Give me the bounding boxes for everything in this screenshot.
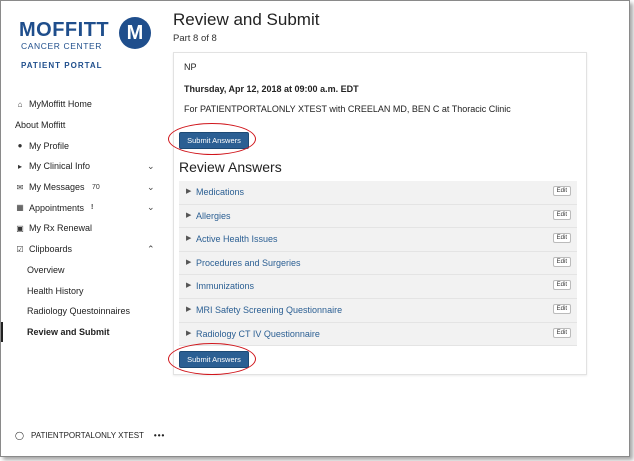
appointment-details: For PATIENTPORTALONLY XTEST with CREELAN… [184, 104, 511, 114]
section-procedures-surgeries[interactable]: ▶ Procedures and Surgeries Edit [179, 251, 577, 276]
chevron-down-icon: ⌄ [147, 160, 155, 171]
section-medications[interactable]: ▶ Medications Edit [179, 181, 577, 205]
user-menu[interactable]: ◯ PATIENTPORTALONLY XTEST ••• [15, 431, 165, 440]
logo-portal-label: PATIENT PORTAL [21, 61, 103, 70]
section-label: Procedures and Surgeries [196, 257, 301, 268]
sidebar-item-label: My Profile [29, 140, 70, 151]
chevron-down-icon: ⌄ [147, 181, 155, 192]
page-subtitle: Part 8 of 8 [173, 33, 217, 44]
sidebar-item-clipboards[interactable]: ☑ Clipboards ⌃ [1, 239, 166, 260]
sidebar-subitem-label: Health History [27, 285, 84, 296]
sidebar-item-appointments[interactable]: ▦ Appointments ! ⌄ [1, 197, 166, 218]
more-icon[interactable]: ••• [154, 431, 165, 440]
sidebar-item-label: MyMoffitt Home [29, 99, 92, 110]
edit-button[interactable]: Edit [552, 327, 571, 338]
logo-m-icon: M [119, 17, 151, 49]
sidebar-item-label: My Clinical Info [29, 161, 91, 172]
highlight-ring [168, 123, 256, 155]
appointment-date: Thursday, Apr 12, 2018 at 09:00 a.m. EDT [184, 84, 359, 94]
profile-icon: ● [17, 141, 23, 151]
user-icon: ◯ [15, 431, 24, 440]
section-allergies[interactable]: ▶ Allergies Edit [179, 204, 577, 229]
page-title: Review and Submit [173, 10, 320, 29]
section-label: Active Health Issues [196, 234, 278, 245]
chevron-up-icon: ⌃ [147, 243, 155, 254]
sidebar-item-about[interactable]: About Moffitt [1, 115, 166, 136]
review-card: NP Thursday, Apr 12, 2018 at 09:00 a.m. … [168, 52, 587, 375]
section-mri-safety[interactable]: ▶ MRI Safety Screening Questionnaire Edi… [179, 298, 577, 323]
sidebar-item-label: About Moffitt [15, 120, 66, 131]
edit-button[interactable]: Edit [552, 186, 571, 196]
messages-count-badge: 70 [92, 183, 100, 191]
moffitt-logo[interactable]: MOFFITT CANCER CENTER M PATIENT PORTAL [19, 17, 154, 71]
sidebar-item-home[interactable]: ⌂ MyMoffitt Home [1, 94, 166, 115]
section-immunizations[interactable]: ▶ Immunizations Edit [179, 275, 577, 299]
sidebar-item-label: Clipboards [29, 244, 73, 255]
appointments-alert-badge: ! [91, 204, 94, 212]
caret-right-icon: ▶ [186, 211, 192, 219]
sidebar-item-label: Appointments [29, 202, 85, 213]
logo-wordmark: MOFFITT [19, 19, 110, 41]
edit-button[interactable]: Edit [552, 209, 571, 220]
provider-type: NP [184, 62, 197, 72]
sidebar-subitem-label: Review and Submit [27, 326, 110, 337]
section-label: Allergies [196, 210, 231, 221]
clipboard-icon: ☑ [16, 244, 24, 254]
caret-right-icon: ▶ [186, 235, 192, 243]
caret-right-icon: ▶ [186, 305, 192, 313]
section-label: Immunizations [196, 281, 255, 292]
edit-button[interactable]: Edit [552, 280, 571, 291]
edit-button[interactable]: Edit [552, 233, 571, 244]
sidebar-subitem-label: Radiology Questoinnaires [27, 306, 131, 317]
review-sections: ▶ Medications Edit ▶ Allergies Edit ▶ Ac… [179, 181, 577, 347]
logo-subtitle: CANCER CENTER [21, 41, 103, 51]
sidebar-item-label: My Rx Renewal [29, 223, 93, 234]
sidebar-subitem-health-history[interactable]: Health History [1, 280, 166, 301]
caret-right-icon: ▶ [186, 282, 192, 290]
chevron-down-icon: ⌄ [147, 202, 155, 213]
caret-right-icon: ▶ [186, 188, 192, 195]
sidebar-item-messages[interactable]: ✉ My Messages 70 ⌄ [1, 177, 166, 198]
sidebar-subitem-label: Overview [27, 264, 65, 275]
rx-icon: ▣ [16, 223, 24, 233]
sidebar: MOFFITT CANCER CENTER M PATIENT PORTAL ⌂… [1, 1, 166, 456]
sidebar-subitem-review-submit[interactable]: Review and Submit [1, 321, 166, 343]
caret-right-icon: ▶ [186, 329, 192, 337]
sidebar-item-label: My Messages [29, 182, 85, 193]
section-label: Radiology CT IV Questionnaire [196, 328, 320, 339]
sidebar-item-rx-renewal[interactable]: ▣ My Rx Renewal [1, 218, 166, 239]
caret-right-icon: ▶ [186, 258, 192, 266]
section-active-health-issues[interactable]: ▶ Active Health Issues Edit [179, 228, 577, 252]
sidebar-subitem-radiology[interactable]: Radiology Questoinnaires [1, 301, 166, 322]
sidebar-nav: ⌂ MyMoffitt Home About Moffitt ● My Prof… [1, 94, 166, 343]
sidebar-item-profile[interactable]: ● My Profile [1, 135, 166, 156]
edit-button[interactable]: Edit [552, 303, 571, 314]
section-radiology-ct-iv[interactable]: ▶ Radiology CT IV Questionnaire Edit [179, 322, 577, 347]
home-icon: ⌂ [17, 99, 23, 109]
sidebar-subitem-overview[interactable]: Overview [1, 260, 166, 281]
edit-button[interactable]: Edit [552, 256, 571, 267]
user-name: PATIENTPORTALONLY XTEST [31, 431, 144, 440]
highlight-ring [168, 343, 256, 375]
calendar-icon: ▦ [16, 203, 24, 213]
sidebar-item-clinical-info[interactable]: ▸ My Clinical Info ⌄ [1, 156, 166, 177]
review-answers-heading: Review Answers [179, 159, 282, 175]
section-label: MRI Safety Screening Questionnaire [196, 304, 343, 315]
envelope-icon: ✉ [16, 182, 24, 192]
clinical-icon: ▸ [17, 161, 22, 171]
section-label: Medications [196, 187, 245, 197]
app-window: MOFFITT CANCER CENTER M PATIENT PORTAL ⌂… [0, 0, 630, 457]
